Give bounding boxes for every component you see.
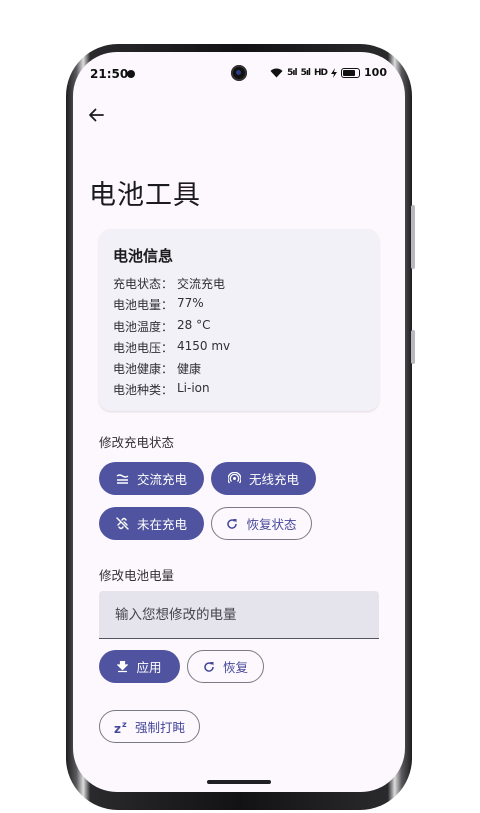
restore-level-button[interactable]: 恢复: [187, 650, 264, 683]
apply-label: 应用: [136, 660, 162, 675]
battery-info-title: 电池信息: [113, 247, 174, 265]
info-label: 电池电量：: [113, 298, 174, 312]
refresh-icon: [226, 518, 238, 530]
apply-button[interactable]: 应用: [99, 650, 180, 683]
not-charging-button[interactable]: 未在充电: [99, 507, 204, 540]
info-label: 电池温度：: [113, 320, 174, 334]
restore-state-label: 恢复状态: [246, 517, 297, 532]
home-indicator[interactable]: [207, 780, 271, 784]
sleep-zz-icon: zz: [114, 720, 130, 734]
front-camera-icon: [231, 65, 247, 81]
ac-charging-label: 交流充电: [136, 472, 187, 487]
info-label: 充电状态：: [113, 277, 174, 291]
info-label: 电池种类：: [113, 383, 174, 397]
power-button: [411, 330, 415, 364]
info-row-battery-level: 电池电量： 77%: [113, 296, 204, 313]
battery-level-label: 修改电池电量: [99, 568, 175, 583]
info-row-voltage: 电池电压： 4150 mv: [113, 339, 230, 356]
battery-info-card: 电池信息 充电状态： 交流充电 电池电量： 77% 电池温度： 28 °C 电池…: [99, 229, 379, 411]
ac-charging-button[interactable]: 交流充电: [99, 462, 204, 495]
wireless-charging-label: 无线充电: [248, 472, 299, 487]
wifi-icon: [270, 68, 283, 77]
info-row-charge-status: 充电状态： 交流充电: [113, 275, 225, 292]
battery-level-input[interactable]: [113, 605, 379, 624]
status-time: 21:50: [90, 67, 129, 81]
ac-power-icon: [116, 473, 129, 484]
download-icon: [117, 660, 129, 673]
charging-bolt-icon: [331, 67, 338, 78]
back-button[interactable]: [85, 104, 107, 126]
wireless-charging-button[interactable]: 无线充电: [211, 462, 316, 495]
page-title: 电池工具: [89, 180, 201, 211]
arrow-left-icon: [89, 108, 104, 122]
force-doze-label: 强制打盹: [134, 720, 185, 735]
restore-level-label: 恢复: [222, 660, 248, 675]
info-row-technology: 电池种类： Li-ion: [113, 381, 210, 398]
svg-text:z: z: [114, 722, 121, 734]
battery-icon: [341, 67, 361, 78]
screen: 21:50 5ıl 5ıl HD 100 电池工具 电池信息 充电状态： 交流充…: [73, 52, 405, 792]
info-row-temperature: 电池温度： 28 °C: [113, 318, 210, 335]
not-charging-label: 未在充电: [136, 517, 187, 532]
info-label: 电池电压：: [113, 341, 174, 355]
wireless-charging-icon: [227, 472, 241, 485]
svg-text:z: z: [122, 720, 127, 729]
charge-state-label: 修改充电状态: [99, 435, 175, 450]
info-value: 28 °C: [177, 318, 211, 332]
hd-icon: HD: [314, 67, 328, 78]
refresh-icon: [203, 661, 215, 673]
info-value: 健康: [177, 362, 202, 376]
info-value: 交流充电: [177, 277, 226, 291]
notification-dot-icon: [127, 70, 135, 78]
force-doze-button[interactable]: zz 强制打盹: [99, 710, 200, 743]
battery-level-input-field[interactable]: [99, 591, 379, 639]
status-icons: 5ıl 5ıl HD 100: [270, 66, 387, 79]
info-value: 4150 mv: [177, 339, 231, 353]
restore-state-button[interactable]: 恢复状态: [211, 507, 312, 540]
unplugged-icon: [116, 517, 129, 530]
info-row-health: 电池健康： 健康: [113, 360, 201, 377]
battery-percent: 100: [364, 66, 387, 79]
status-bar: 21:50 5ıl 5ıl HD 100: [73, 52, 405, 92]
info-value: 77%: [177, 296, 204, 310]
volume-button: [411, 205, 415, 269]
info-label: 电池健康：: [113, 362, 174, 376]
info-value: Li-ion: [177, 381, 210, 395]
signal-1-icon: 5ıl: [287, 67, 297, 78]
signal-2-icon: 5ıl: [300, 67, 311, 78]
